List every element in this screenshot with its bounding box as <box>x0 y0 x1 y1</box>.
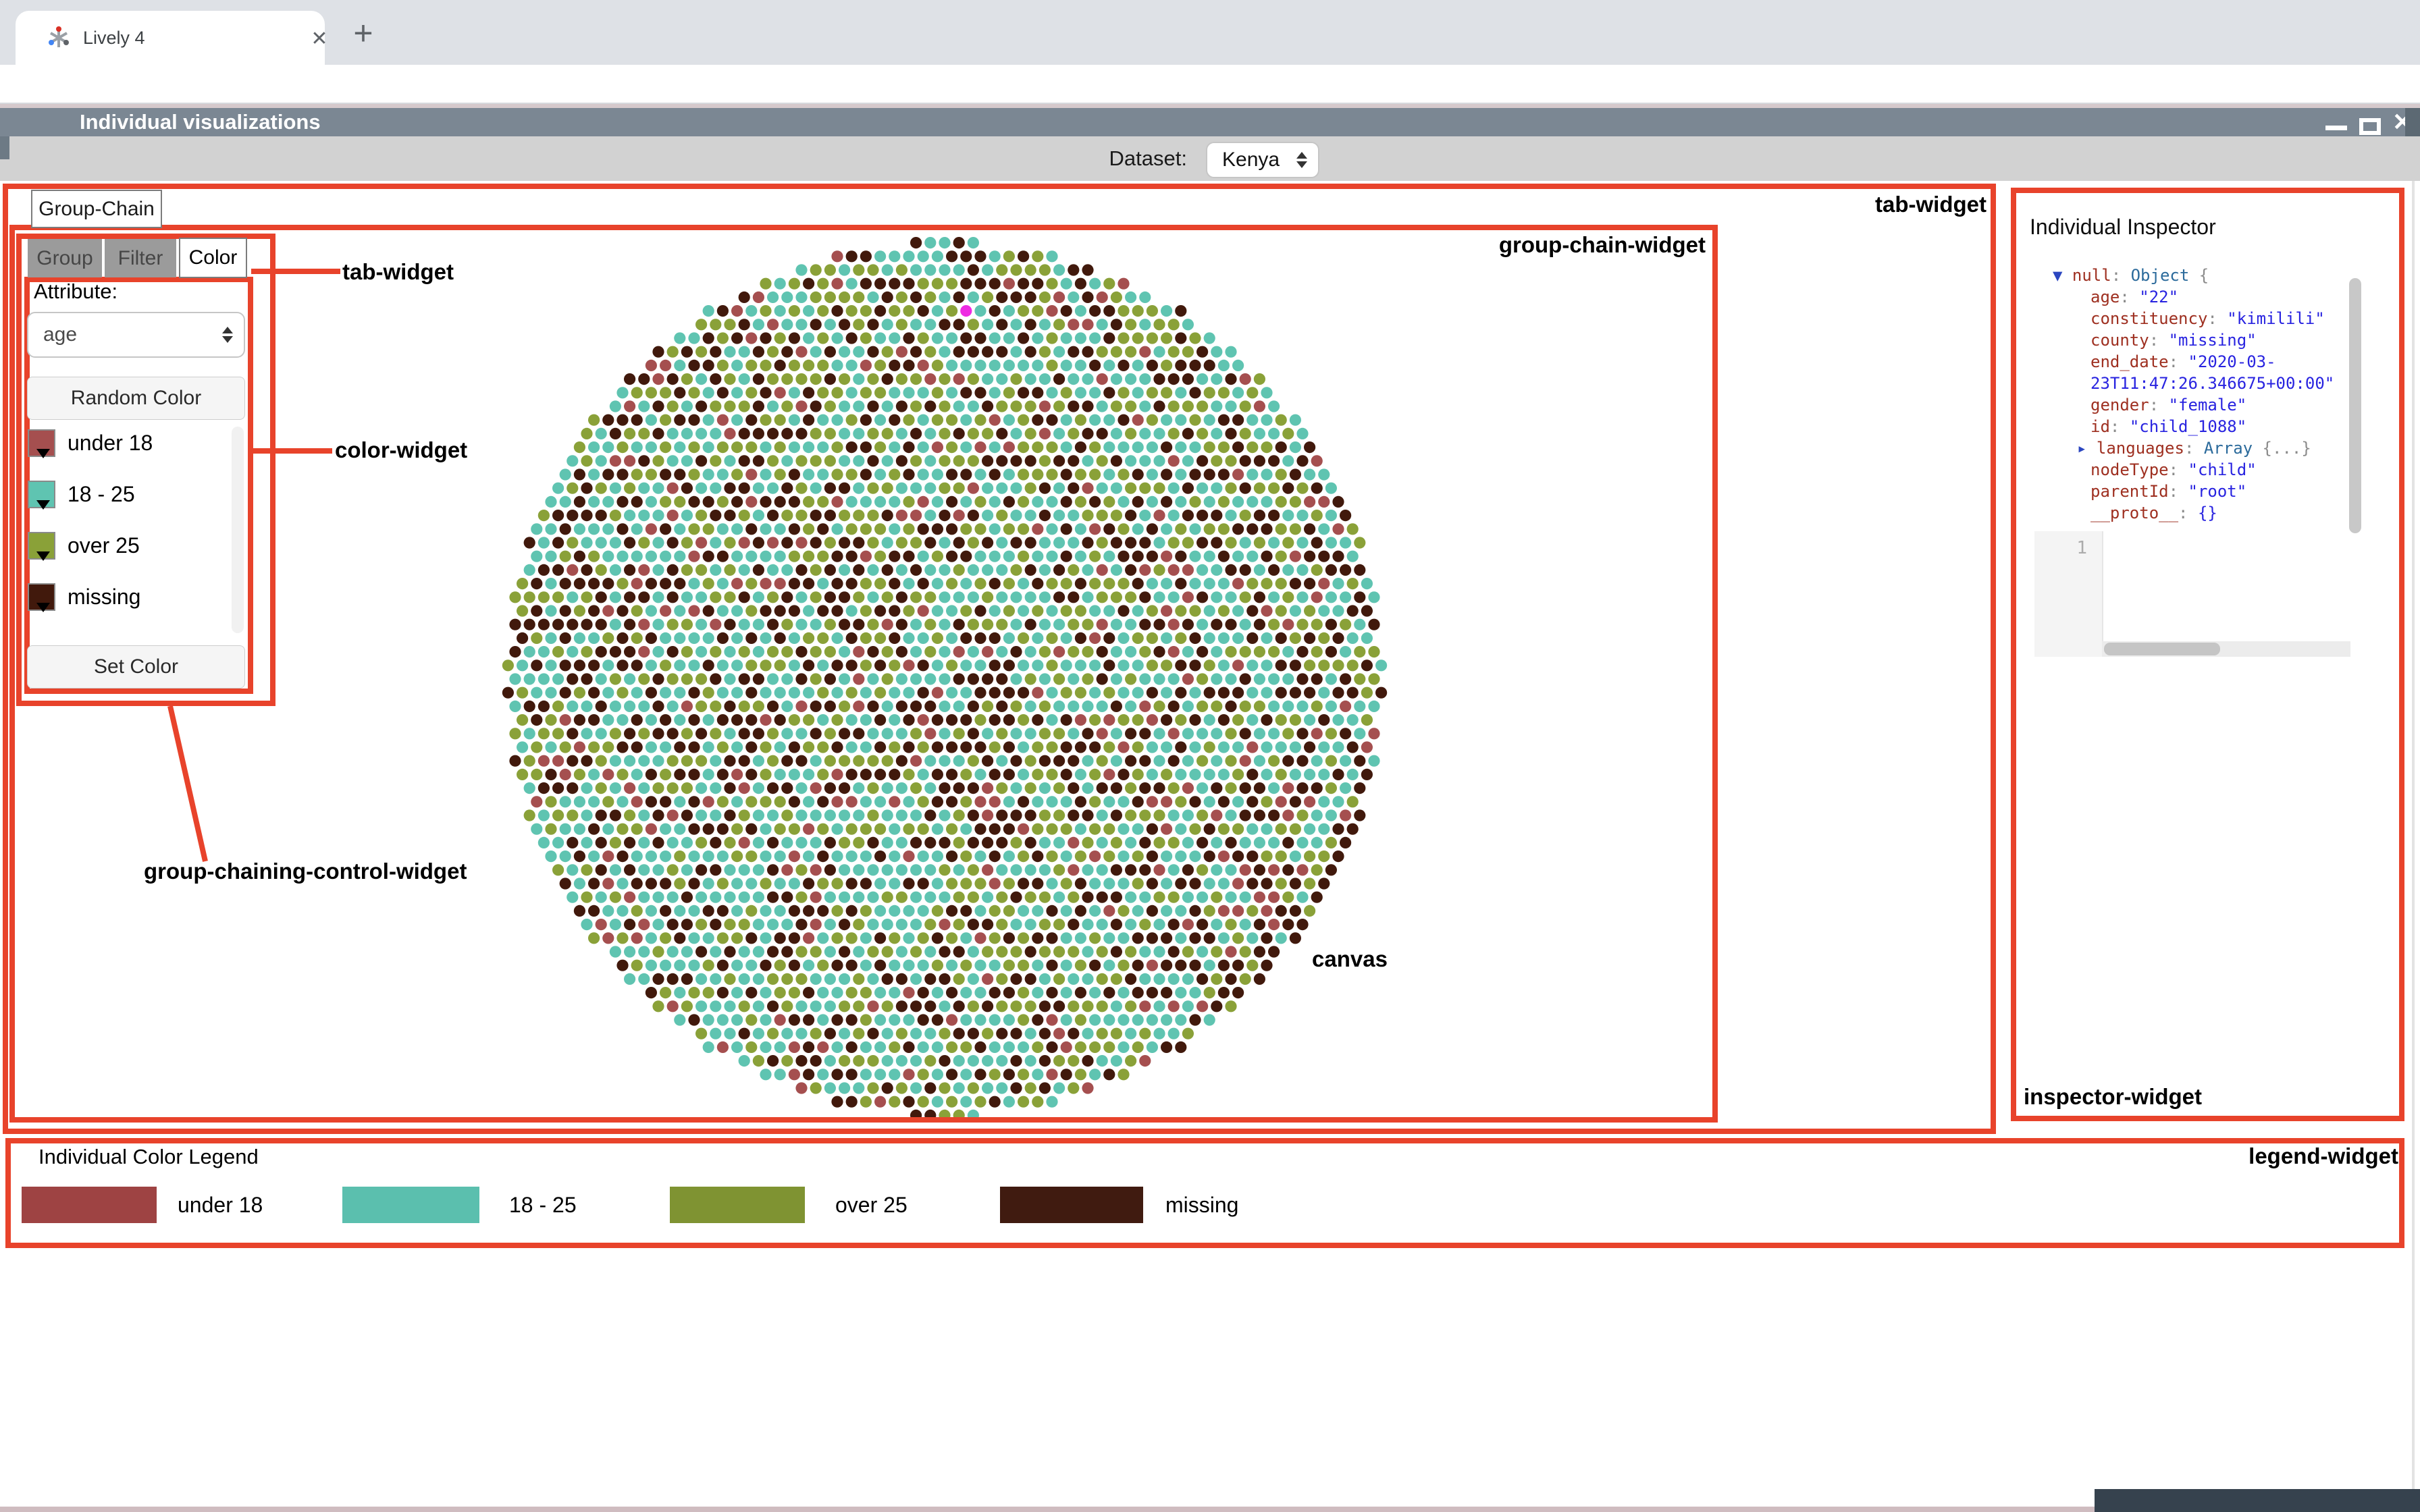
inspector-tree-line[interactable]: end_date: "2020-03- <box>2053 351 2358 373</box>
legend-item: missing <box>1000 1187 1314 1223</box>
color-category-label: over 25 <box>68 532 140 560</box>
inspector-tree-line[interactable]: constituency: "kimilili" <box>2053 308 2358 329</box>
status-bar <box>2095 1489 2420 1512</box>
legend-item: 18 - 25 <box>342 1187 658 1223</box>
label-tab-widget-left: tab-widget <box>342 259 454 285</box>
inspector-title: Individual Inspector <box>2030 215 2216 240</box>
tab-group-chain[interactable]: Group-Chain <box>31 190 162 228</box>
swatch-dropdown-icon <box>36 500 50 510</box>
color-category-label: missing <box>68 583 140 611</box>
select-arrows-icon <box>222 327 233 343</box>
color-swatch-select[interactable] <box>28 583 55 611</box>
attribute-select[interactable]: age <box>27 312 245 358</box>
editor-line-number: 1 <box>2034 531 2102 657</box>
inspector-tree-line[interactable]: id: "child_1088" <box>2053 416 2358 437</box>
swatch-dropdown-icon <box>36 449 50 458</box>
color-list-scrollbar[interactable] <box>232 427 244 633</box>
legend-title: Individual Color Legend <box>38 1145 259 1169</box>
color-category-label: 18 - 25 <box>68 481 135 508</box>
legend-swatch <box>1000 1187 1143 1223</box>
label-inspector-widget: inspector-widget <box>2024 1084 2202 1110</box>
editor-hscrollbar-thumb[interactable] <box>2104 643 2220 655</box>
attribute-label: Attribute: <box>34 279 117 304</box>
legend-label: 18 - 25 <box>509 1187 577 1223</box>
inspector-tree-line[interactable]: age: "22" <box>2053 286 2358 308</box>
inspector-tree-line[interactable]: 23T11:47:26.346675+00:00" <box>2053 373 2358 394</box>
label-color-widget: color-widget <box>335 437 467 463</box>
tab-group[interactable]: Group <box>28 239 102 277</box>
tab-color[interactable]: Color <box>179 238 247 278</box>
legend-swatch <box>22 1187 157 1223</box>
swatch-dropdown-icon <box>36 603 50 612</box>
inspector-tree-line[interactable]: county: "missing" <box>2053 329 2358 351</box>
random-color-button[interactable]: Random Color <box>27 377 245 420</box>
legend-label: over 25 <box>835 1187 908 1223</box>
legend-item: over 25 <box>670 1187 984 1223</box>
inspector-tree-line[interactable]: ▸ languages: Array {...} <box>2053 437 2358 459</box>
inspector-tree-line[interactable]: __proto__: {} <box>2053 502 2358 524</box>
label-tab-widget-outer: tab-widget <box>1875 192 1987 217</box>
color-category-label: under 18 <box>68 429 153 457</box>
legend-label: under 18 <box>178 1187 263 1223</box>
inspector-tree-line[interactable]: parentId: "root" <box>2053 481 2358 502</box>
tab-filter[interactable]: Filter <box>105 239 176 277</box>
color-category-row[interactable]: over 25 <box>28 532 230 562</box>
color-category-row[interactable]: missing <box>28 583 230 613</box>
label-group-chaining-control-widget: group-chaining-control-widget <box>144 859 467 884</box>
color-swatch-select[interactable] <box>28 481 55 508</box>
color-swatch-select[interactable] <box>28 532 55 560</box>
legend-label: missing <box>1165 1187 1238 1223</box>
color-swatch-select[interactable] <box>28 429 55 457</box>
label-canvas: canvas <box>1312 946 1388 972</box>
inspector-tree-line[interactable]: gender: "female" <box>2053 394 2358 416</box>
color-category-row[interactable]: under 18 <box>28 429 230 459</box>
legend-swatch <box>342 1187 479 1223</box>
label-legend-widget: legend-widget <box>2248 1143 2398 1169</box>
legend-swatch <box>670 1187 805 1223</box>
color-category-row[interactable]: 18 - 25 <box>28 481 230 510</box>
inspector-tree-line[interactable]: ▼ null: Object { <box>2053 265 2358 286</box>
label-group-chain-widget: group-chain-widget <box>1499 232 1706 258</box>
swatch-dropdown-icon <box>36 551 50 561</box>
inspector-scrollbar[interactable] <box>2349 278 2361 533</box>
inspector-code-editor[interactable] <box>2102 531 2350 657</box>
inspector-object-tree[interactable]: ▼ null: Object {age: "22"constituency: "… <box>2053 265 2358 524</box>
legend-item: under 18 <box>22 1187 326 1223</box>
set-color-button[interactable]: Set Color <box>27 645 245 688</box>
inspector-tree-line[interactable]: nodeType: "child" <box>2053 459 2358 481</box>
